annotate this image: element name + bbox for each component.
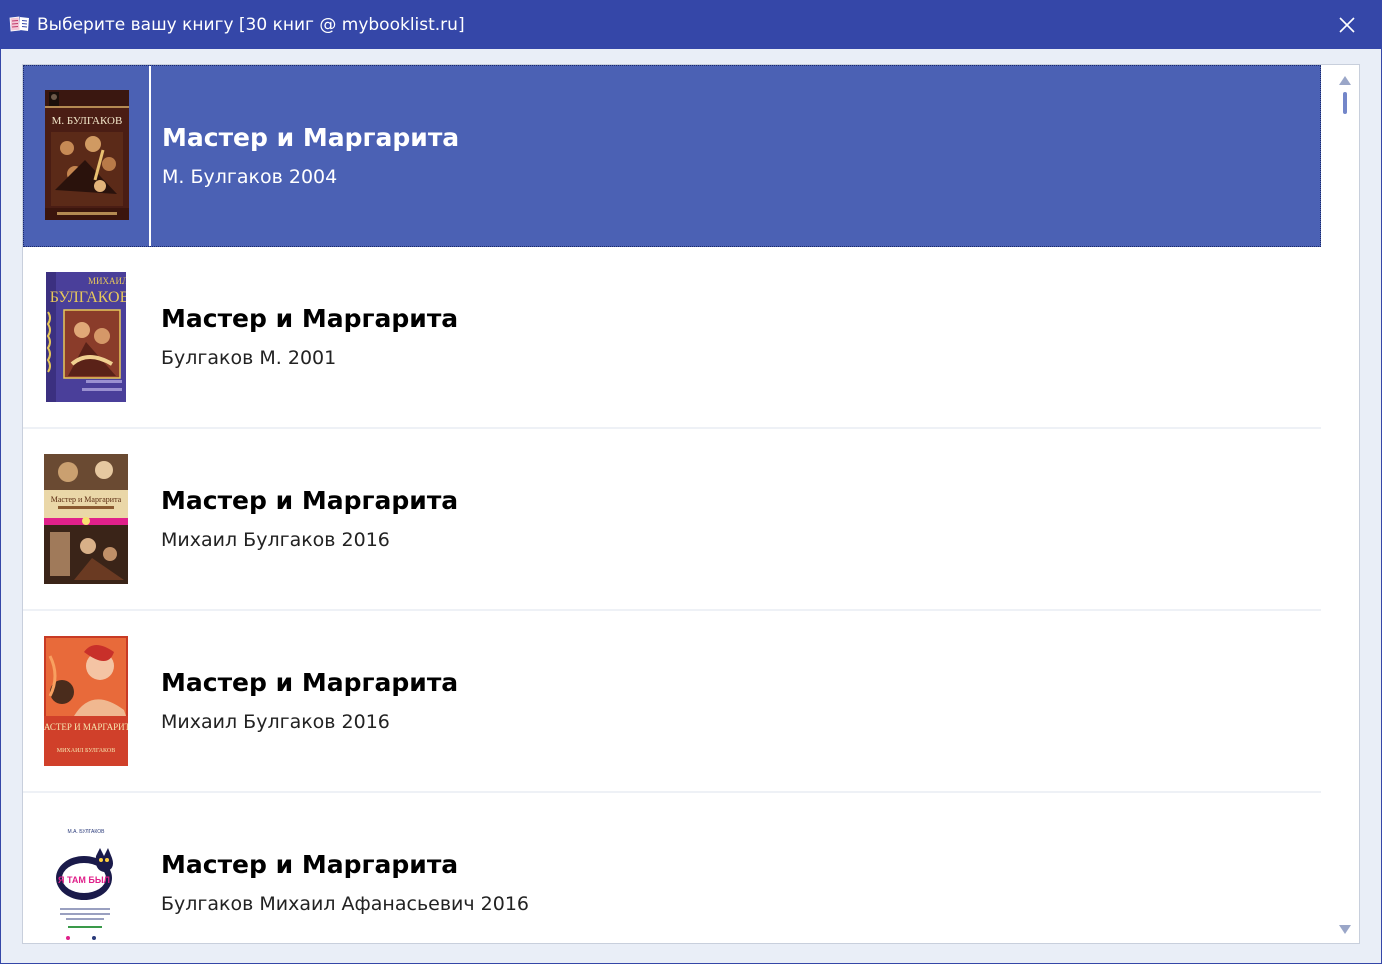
book-list[interactable]: М. БУЛГАКОВ Мастер и Маргарита М. Булгак… — [22, 64, 1360, 944]
cover-author-text: М. БУЛГАКОВ — [52, 115, 123, 127]
book-list-item[interactable]: МАСТЕР И МАРГАРИТА МИХАИЛ БУЛГАКОВ Масте… — [23, 611, 1321, 793]
cover-title-text: МАСТЕР И МАРГАРИТА — [44, 722, 128, 732]
dialog-content: М. БУЛГАКОВ Мастер и Маргарита М. Булгак… — [1, 49, 1381, 963]
book-list-items: М. БУЛГАКОВ Мастер и Маргарита М. Булгак… — [23, 65, 1321, 943]
book-picker-window: Выберите вашу книгу [30 книг @ mybooklis… — [0, 0, 1382, 964]
cover-title-text: Мастер и Маргарита — [51, 495, 122, 504]
book-cover-image: МАСТЕР И МАРГАРИТА МИХАИЛ БУЛГАКОВ — [44, 636, 128, 766]
book-author-year: М. Булгаков 2004 — [162, 166, 338, 188]
scroll-up-arrow-icon[interactable] — [1338, 71, 1352, 85]
close-button[interactable] — [1323, 7, 1371, 43]
book-author-year: Булгаков М. 2001 — [161, 347, 337, 369]
book-cover-image: М.А. БУЛГАКОВ Я ТАМ БЫЛ — [46, 826, 126, 943]
cover-top-text: МИХАИЛ — [88, 276, 126, 286]
cover-title-text: Я ТАМ БЫЛ — [58, 875, 110, 885]
book-cover-image: М. БУЛГАКОВ — [45, 90, 129, 220]
book-list-item[interactable]: М.А. БУЛГАКОВ Я ТАМ БЫЛ Мастер и Маргари… — [23, 793, 1321, 943]
scrollbar-thumb[interactable] — [1343, 92, 1347, 114]
book-list-item[interactable]: МИХАИЛ БУЛГАКОВ Мастер и Маргарита Булга… — [23, 247, 1321, 429]
vertical-scrollbar[interactable] — [1332, 65, 1358, 943]
book-cover-image: МИХАИЛ БУЛГАКОВ — [46, 272, 126, 402]
book-thumbnail-cell: М.А. БУЛГАКОВ Я ТАМ БЫЛ — [23, 793, 150, 943]
window-title: Выберите вашу книгу [30 книг @ mybooklis… — [37, 15, 465, 35]
book-author-year: Михаил Булгаков 2016 — [161, 711, 390, 733]
book-thumbnail-cell: М. БУЛГАКОВ — [24, 66, 151, 246]
book-list-item[interactable]: Мастер и Маргарита Мастер и Маргарита Ми… — [23, 429, 1321, 611]
book-title: Мастер и Маргарита — [162, 123, 460, 152]
book-list-item[interactable]: М. БУЛГАКОВ Мастер и Маргарита М. Булгак… — [23, 65, 1321, 247]
scroll-down-arrow-icon[interactable] — [1338, 921, 1352, 934]
title-bar[interactable]: Выберите вашу книгу [30 книг @ mybooklis… — [1, 1, 1381, 49]
cover-author-text: БУЛГАКОВ — [50, 289, 126, 306]
close-icon — [1339, 17, 1355, 33]
cover-author-text: МИХАИЛ БУЛГАКОВ — [57, 748, 115, 754]
book-thumbnail-cell: МИХАИЛ БУЛГАКОВ — [23, 247, 150, 427]
book-thumbnail-cell: Мастер и Маргарита — [23, 429, 150, 609]
cover-top-text: М.А. БУЛГАКОВ — [68, 829, 106, 835]
book-cover-image: Мастер и Маргарита — [44, 454, 128, 584]
book-title: Мастер и Маргарита — [161, 850, 459, 879]
book-title: Мастер и Маргарита — [161, 668, 459, 697]
book-title: Мастер и Маргарита — [161, 486, 459, 515]
book-thumbnail-cell: МАСТЕР И МАРГАРИТА МИХАИЛ БУЛГАКОВ — [23, 611, 150, 791]
book-title: Мастер и Маргарита — [161, 304, 459, 333]
book-author-year: Михаил Булгаков 2016 — [161, 529, 390, 551]
book-author-year: Булгаков Михаил Афанасьевич 2016 — [161, 893, 529, 915]
open-book-icon — [9, 15, 31, 33]
